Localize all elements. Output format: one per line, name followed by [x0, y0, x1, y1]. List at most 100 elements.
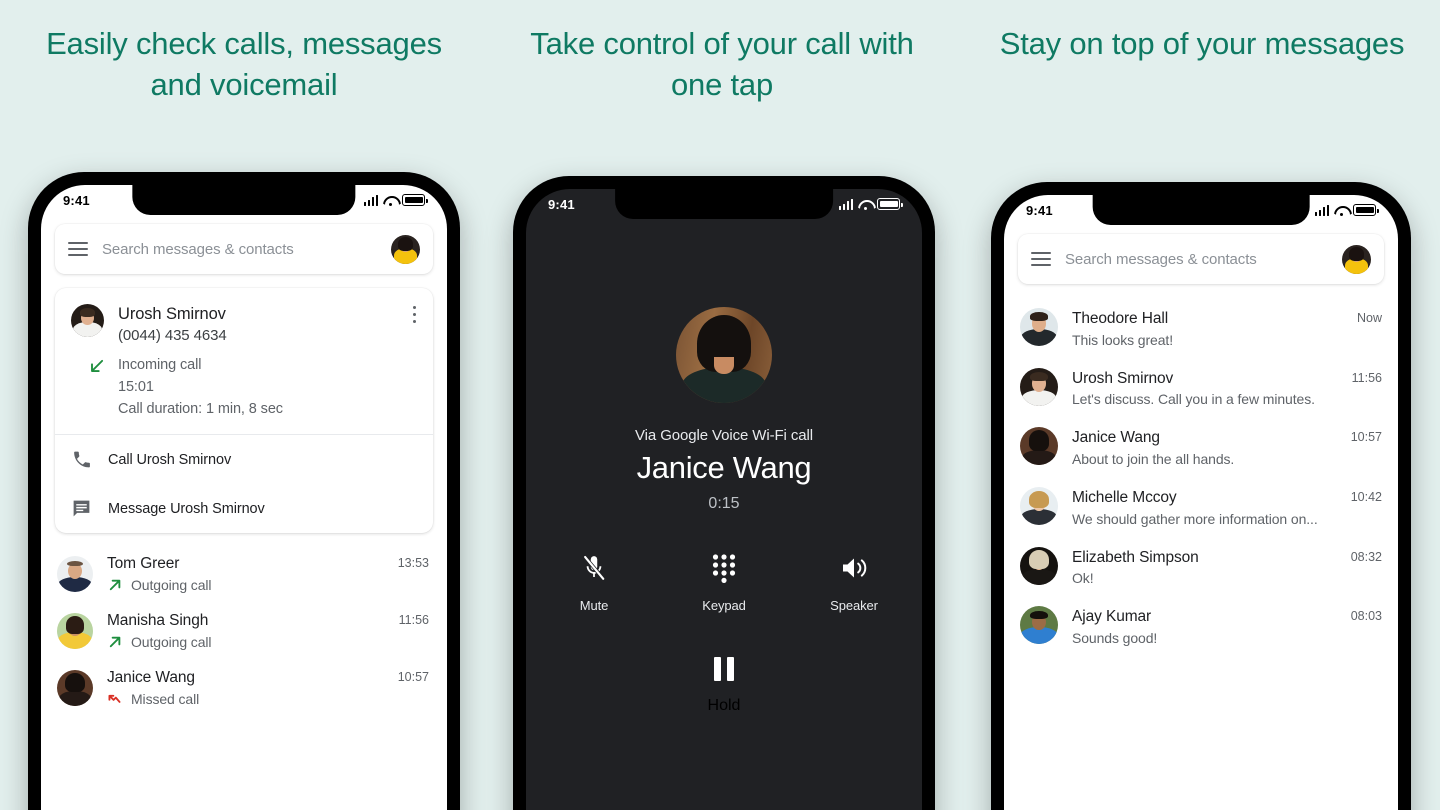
more-options-icon[interactable] — [412, 306, 416, 324]
incoming-call-arrow-icon — [91, 360, 104, 373]
call-via-label: Via Google Voice Wi-Fi call — [635, 427, 813, 444]
hamburger-menu-icon[interactable] — [1031, 252, 1051, 266]
phone-icon — [74, 452, 90, 468]
call-log-row[interactable]: Tom Greer Outgoing call 13:53 — [41, 545, 447, 602]
wifi-icon — [383, 195, 397, 206]
phone-mockup-incall: 9:41 Via Google Voice Wi-Fi call Janice … — [513, 176, 935, 810]
phone1-screen: 9:41 Search messages & contacts Urosh Sm… — [41, 185, 447, 810]
message-time: 10:42 — [1350, 490, 1382, 505]
search-bar[interactable]: Search messages & contacts — [55, 224, 433, 274]
mute-label: Mute — [579, 598, 609, 613]
message-preview: Sounds good! — [1072, 630, 1158, 647]
search-input-placeholder[interactable]: Search messages & contacts — [102, 241, 377, 258]
phone1-status-bar: 9:41 — [41, 185, 447, 215]
account-avatar[interactable] — [1342, 244, 1371, 274]
sender-name: Urosh Smirnov — [1072, 369, 1174, 387]
message-row[interactable]: Elizabeth Simpson Ok! 08:32 — [1004, 537, 1398, 597]
in-call-screen: Via Google Voice Wi-Fi call Janice Wang … — [526, 189, 922, 810]
status-icons — [838, 198, 903, 210]
missed-call-arrow-icon — [108, 694, 121, 703]
call-log-list: Tom Greer Outgoing call 13:53 Manisha Si… — [41, 545, 447, 716]
call-type: Outgoing call — [131, 577, 212, 594]
sender-avatar — [1020, 427, 1058, 466]
call-detail-card[interactable]: Urosh Smirnov (0044) 435 4634 Incoming c… — [55, 288, 433, 534]
caller-avatar — [57, 612, 93, 649]
caller-name: Janice Wang — [636, 450, 812, 485]
action-call-label: Call Urosh Smirnov — [108, 451, 232, 468]
headline-call-control: Take control of your call with one tap — [530, 26, 914, 102]
phone3-status-bar: 9:41 — [1004, 195, 1398, 225]
message-time: 11:56 — [1351, 370, 1382, 385]
mute-button[interactable]: Mute — [565, 553, 623, 613]
message-row[interactable]: Urosh Smirnov Let's discuss. Call you in… — [1004, 358, 1398, 418]
call-detail-header: Urosh Smirnov (0044) 435 4634 Incoming c… — [55, 288, 433, 434]
call-type: Missed call — [131, 691, 200, 708]
search-input-placeholder[interactable]: Search messages & contacts — [1065, 251, 1328, 268]
call-log-time: 10:57 — [397, 670, 429, 685]
contact-header: Urosh Smirnov (0044) 435 4634 — [71, 304, 417, 346]
message-row[interactable]: Theodore Hall This looks great! Now — [1004, 298, 1398, 358]
phone-mockup-calls: 9:41 Search messages & contacts Urosh Sm… — [28, 172, 460, 810]
cellular-signal-icon — [1314, 204, 1329, 216]
sender-name: Theodore Hall — [1072, 310, 1169, 327]
caller-name: Janice Wang — [107, 669, 195, 687]
phone-mockup-messages: 9:41 Search messages & contacts Theodore… — [991, 182, 1411, 810]
keypad-button[interactable]: Keypad — [695, 553, 753, 613]
hamburger-menu-icon[interactable] — [68, 242, 88, 256]
phone2-screen: 9:41 Via Google Voice Wi-Fi call Janice … — [526, 189, 922, 810]
message-time: 10:57 — [1350, 430, 1382, 445]
keypad-label: Keypad — [702, 598, 746, 613]
message-preview: We should gather more information on... — [1072, 510, 1318, 527]
speaker-button[interactable]: Speaker — [825, 553, 883, 613]
message-row[interactable]: Ajay Kumar Sounds good! 08:03 — [1004, 596, 1398, 656]
contact-number: (0044) 435 4634 — [118, 326, 227, 344]
sender-avatar — [1020, 487, 1058, 526]
status-icons — [363, 194, 428, 206]
hold-button[interactable]: Hold — [708, 657, 740, 715]
call-duration: Call duration: 1 min, 8 sec — [118, 400, 283, 417]
caller-avatar — [676, 307, 772, 403]
contact-name: Urosh Smirnov — [118, 305, 226, 323]
phone3-screen: 9:41 Search messages & contacts Theodore… — [1004, 195, 1398, 810]
caller-name: Tom Greer — [107, 555, 180, 573]
call-controls: Mute Keypad Speaker — [565, 553, 883, 613]
sender-name: Elizabeth Simpson — [1072, 548, 1199, 566]
caller-avatar — [57, 669, 93, 706]
caller-name: Manisha Singh — [107, 612, 209, 630]
outgoing-call-arrow-icon — [109, 579, 121, 591]
message-row[interactable]: Michelle Mccoy We should gather more inf… — [1004, 477, 1398, 537]
phone2-status-bar: 9:41 — [526, 189, 922, 219]
call-log-time: 13:53 — [397, 556, 429, 571]
message-time: 08:03 — [1350, 609, 1382, 624]
wifi-icon — [1334, 205, 1348, 216]
wifi-icon — [858, 199, 872, 210]
call-log-time: 11:56 — [398, 613, 429, 628]
call-direction: Incoming call — [118, 357, 202, 374]
action-call-contact[interactable]: Call Urosh Smirnov — [55, 435, 433, 484]
status-icons — [1314, 204, 1379, 216]
headline-calls: Easily check calls, messages and voicema… — [46, 26, 442, 102]
search-bar[interactable]: Search messages & contacts — [1018, 234, 1384, 284]
outgoing-call-arrow-icon — [109, 636, 121, 647]
message-row[interactable]: Janice Wang About to join the all hands.… — [1004, 417, 1398, 477]
message-icon — [73, 501, 90, 517]
action-message-contact[interactable]: Message Urosh Smirnov — [55, 484, 433, 533]
status-time: 9:41 — [1026, 202, 1053, 218]
caller-avatar — [57, 555, 93, 592]
action-message-label: Message Urosh Smirnov — [108, 500, 265, 517]
message-time: Now — [1356, 311, 1382, 325]
call-log-row[interactable]: Janice Wang Missed call 10:57 — [41, 659, 447, 716]
message-preview: This looks great! — [1072, 331, 1174, 348]
cellular-signal-icon — [838, 198, 853, 210]
call-time: 15:01 — [118, 378, 154, 395]
cellular-signal-icon — [363, 194, 378, 206]
battery-icon — [402, 194, 428, 206]
account-avatar[interactable] — [391, 234, 420, 264]
sender-avatar — [1020, 367, 1058, 406]
call-log-row[interactable]: Manisha Singh Outgoing call 11:56 — [41, 602, 447, 659]
message-list: Theodore Hall This looks great! Now Uros… — [1004, 298, 1398, 656]
status-time: 9:41 — [63, 192, 90, 208]
message-preview: Let's discuss. Call you in a few minutes… — [1072, 391, 1315, 408]
call-timer: 0:15 — [708, 495, 740, 512]
battery-icon — [877, 198, 903, 210]
